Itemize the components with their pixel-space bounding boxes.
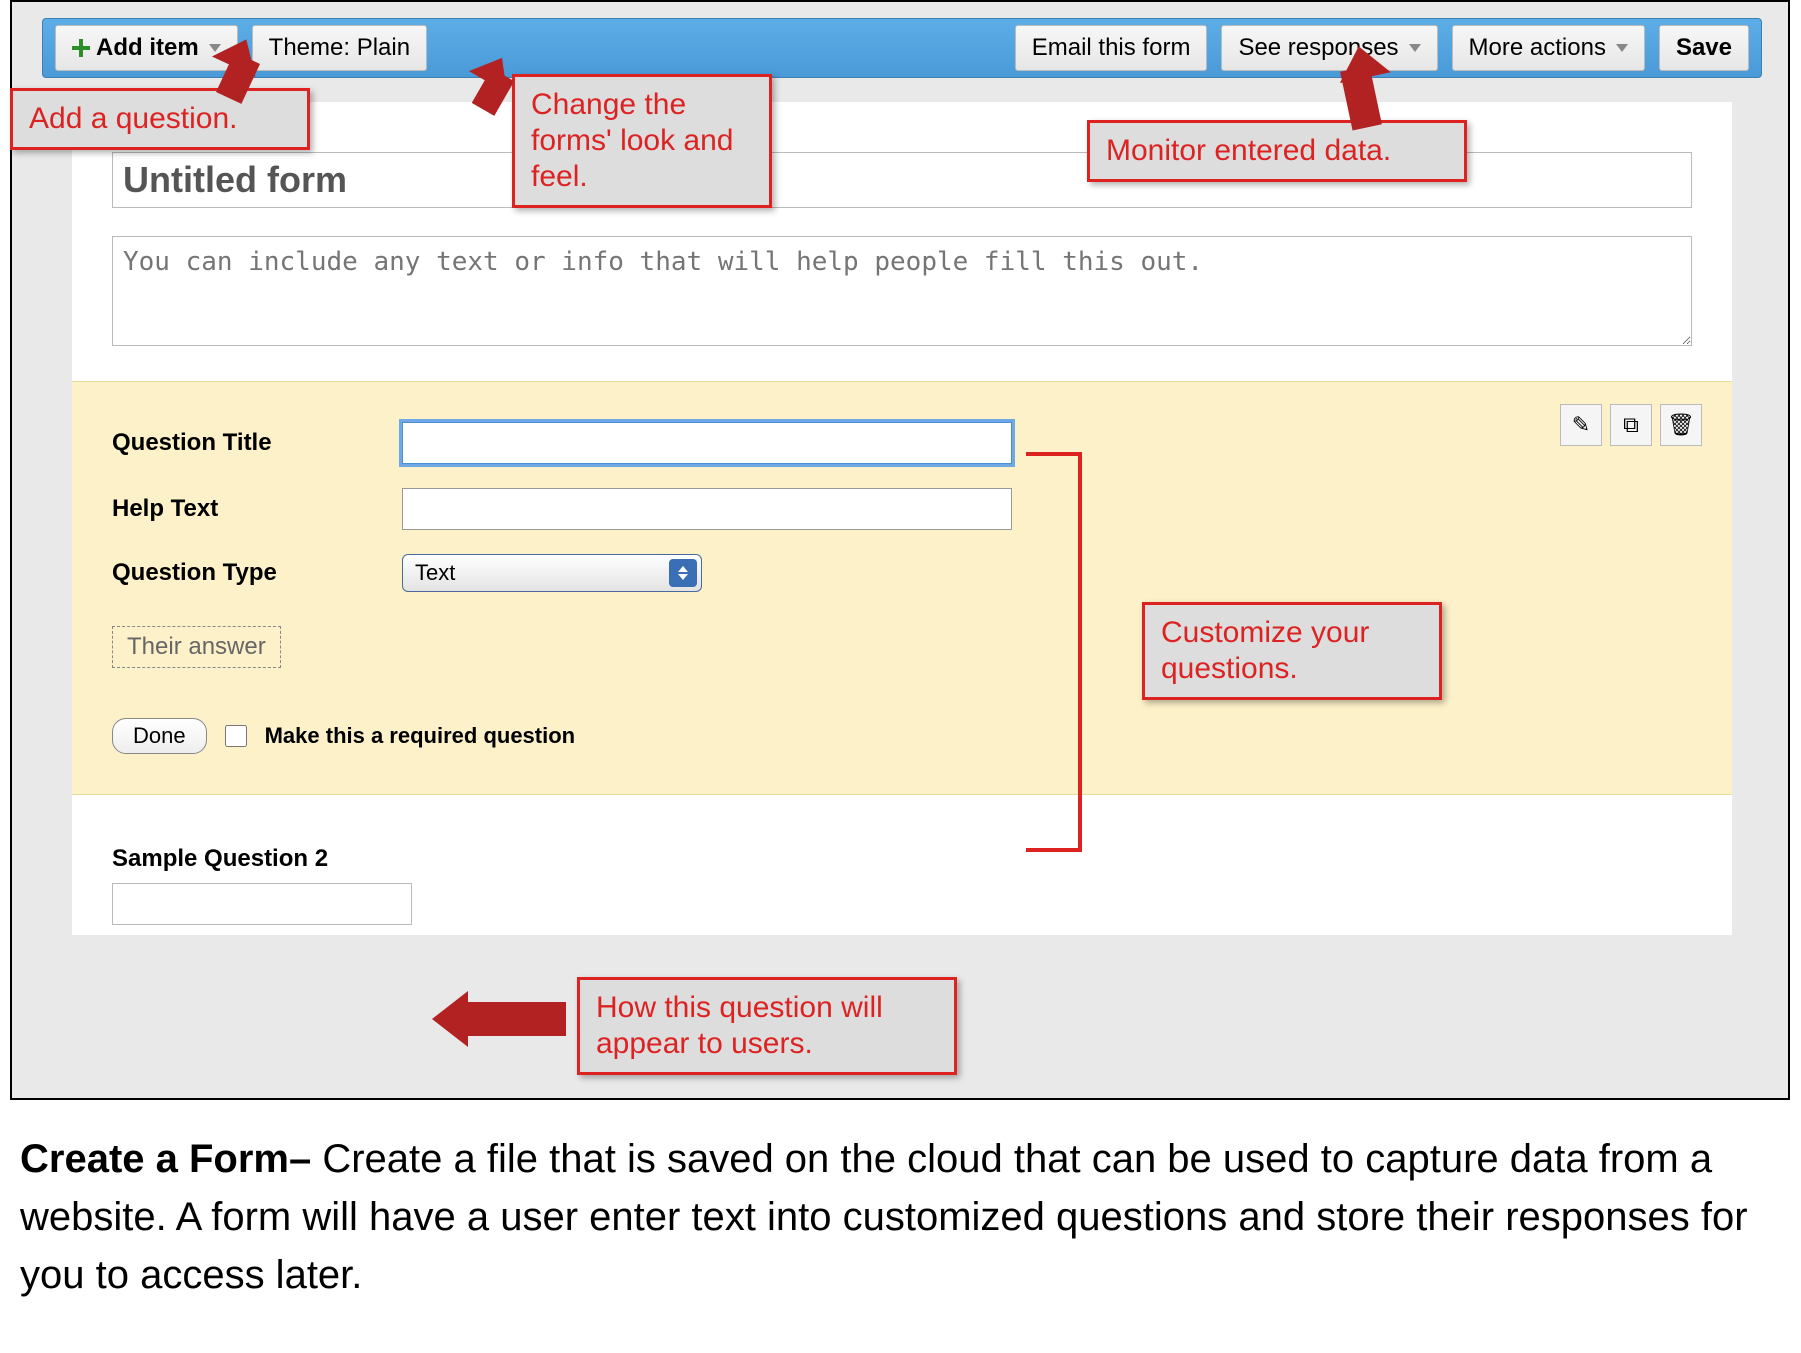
- email-form-label: Email this form: [1032, 34, 1191, 62]
- question-type-select[interactable]: Text: [402, 554, 702, 592]
- annotation-customize: Customize your questions.: [1142, 602, 1442, 700]
- question-title-input[interactable]: [402, 422, 1012, 464]
- app-frame: Add item Theme: Plain Email this form Se…: [10, 0, 1790, 1100]
- question-title-row: Question Title: [112, 422, 1692, 464]
- duplicate-icon[interactable]: ⧉: [1610, 404, 1652, 446]
- question-title-label: Question Title: [112, 429, 402, 457]
- annotation-change-theme: Change the forms' look and feel.: [512, 74, 772, 208]
- sample-question: Sample Question 2: [72, 795, 1732, 935]
- form-description-wrap: [72, 218, 1732, 381]
- help-text-input[interactable]: [402, 488, 1012, 530]
- add-item-button[interactable]: Add item: [55, 25, 238, 71]
- question-tools: ✎ ⧉ 🗑: [1560, 404, 1702, 446]
- annotation-add-question: Add a question.: [10, 88, 310, 150]
- theme-label: Theme: Plain: [269, 34, 410, 62]
- edit-icon[interactable]: ✎: [1560, 404, 1602, 446]
- select-arrows-icon: [669, 559, 697, 587]
- plus-icon: [72, 39, 90, 57]
- save-label: Save: [1676, 34, 1732, 62]
- question-type-row: Question Type Text: [112, 554, 1692, 592]
- save-button[interactable]: Save: [1659, 25, 1749, 71]
- answer-preview: Their answer: [112, 626, 281, 668]
- required-checkbox[interactable]: [225, 725, 247, 747]
- trash-icon[interactable]: 🗑: [1660, 404, 1702, 446]
- email-form-button[interactable]: Email this form: [1015, 25, 1208, 71]
- page-caption: Create a Form– Create a file that is sav…: [10, 1130, 1790, 1304]
- answer-preview-row: Their answer: [112, 616, 1692, 668]
- chevron-down-icon: [1616, 44, 1628, 52]
- toolbar: Add item Theme: Plain Email this form Se…: [42, 18, 1762, 78]
- more-actions-label: More actions: [1469, 34, 1606, 62]
- chevron-down-icon: [1409, 44, 1421, 52]
- form-area: ✎ ⧉ 🗑 Question Title Help Text Question …: [72, 102, 1732, 935]
- sample-question-label: Sample Question 2: [112, 845, 1692, 873]
- help-text-row: Help Text: [112, 488, 1692, 530]
- required-label: Make this a required question: [265, 723, 576, 749]
- question-type-label: Question Type: [112, 559, 402, 587]
- theme-button[interactable]: Theme: Plain: [252, 25, 427, 71]
- annotation-appear: How this question will appear to users.: [577, 977, 957, 1075]
- bracket-icon: [1042, 452, 1082, 852]
- form-description-input[interactable]: [112, 236, 1692, 346]
- see-responses-button[interactable]: See responses: [1221, 25, 1437, 71]
- sample-question-input[interactable]: [112, 883, 412, 925]
- add-item-label: Add item: [96, 34, 199, 62]
- form-title-wrap: [72, 102, 1732, 218]
- done-row: Done Make this a required question: [112, 718, 1692, 754]
- question-type-value: Text: [415, 560, 455, 586]
- annotation-monitor-data: Monitor entered data.: [1087, 120, 1467, 182]
- more-actions-button[interactable]: More actions: [1452, 25, 1645, 71]
- done-button[interactable]: Done: [112, 718, 207, 754]
- help-text-label: Help Text: [112, 495, 402, 523]
- question-editor: ✎ ⧉ 🗑 Question Title Help Text Question …: [72, 381, 1732, 795]
- caption-heading: Create a Form–: [20, 1137, 311, 1181]
